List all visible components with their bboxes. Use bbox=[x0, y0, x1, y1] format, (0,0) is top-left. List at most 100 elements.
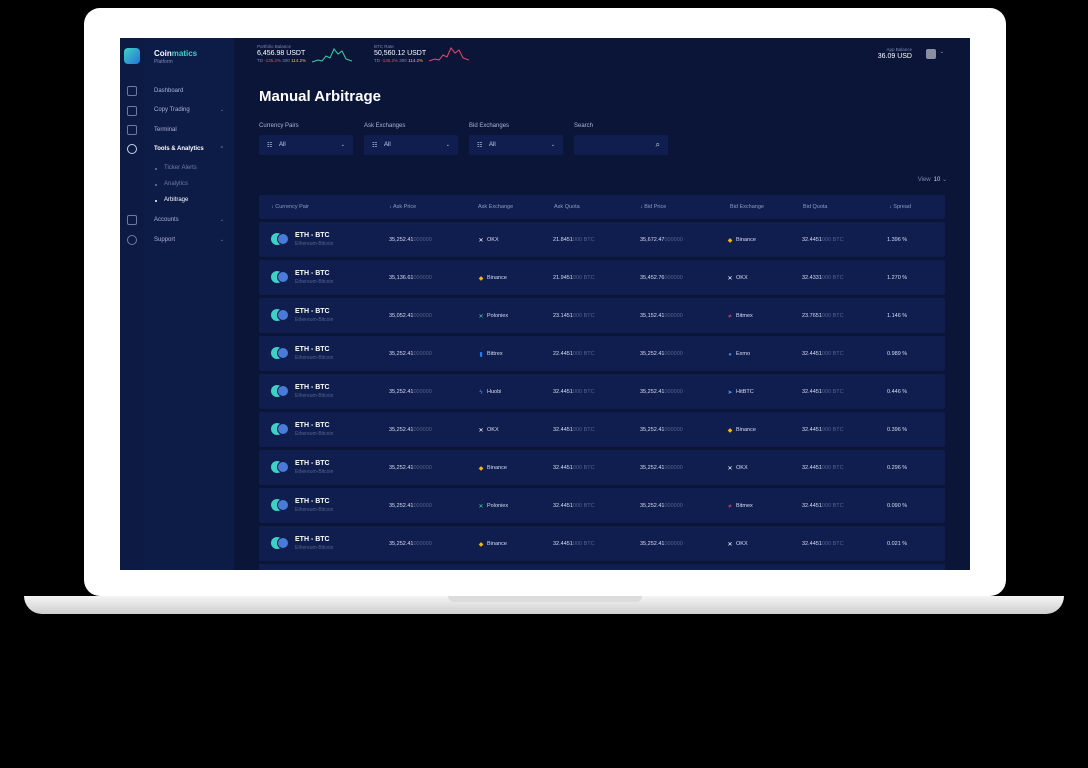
bid-exchange[interactable]: ≠ Bitmex bbox=[727, 503, 752, 510]
view-count-select[interactable]: View 10 ⌄ bbox=[918, 176, 947, 183]
table-row[interactable]: ETH - BTC Ethereum-Bitcoin 35,252.41000000… bbox=[259, 412, 945, 447]
bid-exchange[interactable]: ◆ Binance bbox=[727, 237, 756, 244]
chevron-down-icon: ⌄ bbox=[550, 142, 555, 148]
sidebar-item-tools-analytics[interactable]: Tools & Analytics ⌃ bbox=[154, 146, 224, 152]
eth-btc-pair-icon bbox=[271, 309, 289, 321]
ask-exchange[interactable]: ✕ OKX bbox=[478, 427, 498, 434]
bid-quota: 32.4451000 BTC bbox=[802, 389, 844, 395]
sidebar-item-accounts[interactable]: Accounts ⌄ bbox=[154, 217, 224, 223]
pair-name: ETH - BTC bbox=[295, 270, 330, 277]
sidebar-subitem-ticker-alerts[interactable]: Ticker Alerts bbox=[154, 165, 197, 171]
bid-price: 35,252.41000000 bbox=[640, 389, 683, 395]
table-row[interactable]: ETH - BTC Ethereum-Bitcoin 35,136.61000000… bbox=[259, 260, 945, 295]
binance-icon: ◆ bbox=[478, 276, 484, 282]
pair-name: ETH - BTC bbox=[295, 422, 330, 429]
okx-icon: ✕ bbox=[727, 276, 733, 282]
poloniex-icon: ✕ bbox=[478, 504, 484, 510]
bid-exchange[interactable]: ✕ OKX bbox=[727, 465, 747, 472]
ask-exchange[interactable]: ϟ Huobi bbox=[478, 389, 501, 396]
table-row[interactable]: ETH - BTC Ethereum-Bitcoin 35,052.41000000… bbox=[259, 298, 945, 333]
ask-price: 35,252.41000000 bbox=[389, 465, 432, 471]
ask-price: 35,136.61000000 bbox=[389, 275, 432, 281]
pair-name: ETH - BTC bbox=[295, 536, 330, 543]
bid-exchange[interactable]: ✕ OKX bbox=[727, 541, 747, 548]
copy-trading-icon[interactable] bbox=[127, 106, 137, 116]
ask-exchange[interactable]: ◆ Binance bbox=[478, 275, 507, 282]
sidebar-item-copy-trading[interactable]: Copy Trading ⌄ bbox=[154, 107, 224, 113]
binance-icon: ◆ bbox=[727, 238, 733, 244]
bid-exchange[interactable]: ➤ HitBTC bbox=[727, 389, 753, 396]
search-input[interactable]: ⌕ bbox=[574, 135, 668, 155]
ask-quota: 32.4451000 BTC bbox=[553, 389, 595, 395]
col-ask-price[interactable]: ↓ Ask Price bbox=[389, 204, 416, 210]
table-row[interactable]: ETH - BTC Ethereum-Bitcoin 35,252.41000000… bbox=[259, 336, 945, 371]
spread: 1.396 % bbox=[887, 237, 908, 243]
bid-quota: 32.4451000 BTC bbox=[802, 465, 844, 471]
ask-exchange[interactable]: ✕ Poloniex bbox=[478, 503, 508, 510]
okx-icon: ✕ bbox=[727, 466, 733, 472]
pair-fullname: Ethereum-Bitcoin bbox=[295, 317, 334, 323]
ask-price: 35,252.41000000 bbox=[389, 427, 432, 433]
eth-btc-pair-icon bbox=[271, 233, 289, 245]
ask-exchange[interactable]: ✕ OKX bbox=[478, 237, 498, 244]
sidebar-subitem-arbitrage[interactable]: Arbitrage bbox=[154, 197, 188, 203]
dashboard-icon[interactable] bbox=[127, 86, 137, 96]
accounts-icon[interactable] bbox=[127, 215, 137, 225]
col-spread[interactable]: ↓ Spread bbox=[889, 204, 911, 210]
coinmatics-logo-icon[interactable] bbox=[124, 48, 140, 64]
bid-quota: 23.7651000 BTC bbox=[802, 313, 844, 319]
bid-exchange[interactable]: ✕ OKX bbox=[727, 275, 747, 282]
list-icon: ☷ bbox=[477, 143, 483, 149]
col-bid-price[interactable]: ↓ Bid Price bbox=[640, 204, 666, 210]
bid-price: 35,452.76000000 bbox=[640, 275, 683, 281]
binance-icon: ◆ bbox=[478, 542, 484, 548]
portfolio-sparkline bbox=[312, 48, 352, 63]
ask-exchange[interactable]: ◆ Binance bbox=[478, 465, 507, 472]
btc-sparkline bbox=[429, 47, 469, 62]
spread: 0.446 % bbox=[887, 389, 908, 395]
col-currency-pair[interactable]: ↓ Currency Pair bbox=[271, 204, 309, 210]
table-row[interactable]: ETH - BTC Ethereum-Bitcoin 35,252.41000000… bbox=[259, 374, 945, 409]
app-screen: Coinmatics Platform Dashboard Copy Tradi… bbox=[120, 38, 970, 570]
support-icon[interactable] bbox=[127, 235, 137, 245]
col-ask-exchange: Ask Exchange bbox=[478, 204, 514, 210]
bid-exchange[interactable]: ≠ Bitmex bbox=[727, 313, 752, 320]
bitmex-icon: ≠ bbox=[728, 504, 732, 510]
btc-rate: BTC Rate 50,560.12 USDT TD -135.2% 300 1… bbox=[374, 44, 427, 63]
bid-exchange[interactable]: ◆ Binance bbox=[727, 427, 756, 434]
sidebar-item-dashboard[interactable]: Dashboard bbox=[154, 88, 224, 94]
table-row[interactable]: ETH - BTC Ethereum-Bitcoin 35,252.41000000… bbox=[259, 450, 945, 485]
avatar[interactable] bbox=[926, 49, 936, 59]
hitbtc-icon: ➤ bbox=[727, 390, 733, 396]
ask-exchange[interactable]: ◆ Binance bbox=[478, 541, 507, 548]
terminal-icon[interactable] bbox=[127, 125, 137, 135]
top-bar: Portfolio Balance 6,456.98 USDT TD -135.… bbox=[234, 38, 970, 78]
bid-price: 35,252.41000000 bbox=[640, 351, 683, 357]
ask-exchange[interactable]: ▮ Bittrex bbox=[478, 351, 502, 358]
ask-quota: 23.1451000 BTC bbox=[553, 313, 595, 319]
pair-name: ETH - BTC bbox=[295, 346, 330, 353]
table-row[interactable]: ETH - BTC Ethereum-Bitcoin 35,252.41000000… bbox=[259, 488, 945, 523]
sidebar-item-terminal[interactable]: Terminal bbox=[154, 127, 224, 133]
bid-price: 35,252.41000000 bbox=[640, 427, 683, 433]
sidebar: Coinmatics Platform Dashboard Copy Tradi… bbox=[144, 38, 234, 570]
table-row[interactable]: ETH - BTC Ethereum-Bitcoin 35,252.41000000… bbox=[259, 222, 945, 257]
ask-exchanges-select[interactable]: ☷ All ⌄ bbox=[364, 135, 458, 155]
tools-analytics-icon[interactable] bbox=[127, 144, 137, 154]
binance-icon: ◆ bbox=[478, 466, 484, 472]
chevron-down-icon[interactable]: ⌄ bbox=[940, 49, 944, 55]
okx-icon: ✕ bbox=[478, 428, 484, 434]
spread: 0.090 % bbox=[887, 503, 908, 509]
sidebar-item-support[interactable]: Support ⌄ bbox=[154, 237, 224, 243]
bid-exchange[interactable]: ● Exmo bbox=[727, 351, 750, 358]
currency-pairs-select[interactable]: ☷ All ⌄ bbox=[259, 135, 353, 155]
sidebar-subitem-analytics[interactable]: Analytics bbox=[154, 181, 188, 187]
eth-btc-pair-icon bbox=[271, 423, 289, 435]
eth-btc-pair-icon bbox=[271, 271, 289, 283]
bid-exchanges-select[interactable]: ☷ All ⌄ bbox=[469, 135, 563, 155]
bid-price: 35,252.41000000 bbox=[640, 465, 683, 471]
ask-exchange[interactable]: ✕ Poloniex bbox=[478, 313, 508, 320]
table-row[interactable]: ETH - BTC Ethereum-Bitcoin 35,252.41000000… bbox=[259, 526, 945, 561]
page-title: Manual Arbitrage bbox=[259, 88, 381, 105]
pair-fullname: Ethereum-Bitcoin bbox=[295, 431, 334, 437]
